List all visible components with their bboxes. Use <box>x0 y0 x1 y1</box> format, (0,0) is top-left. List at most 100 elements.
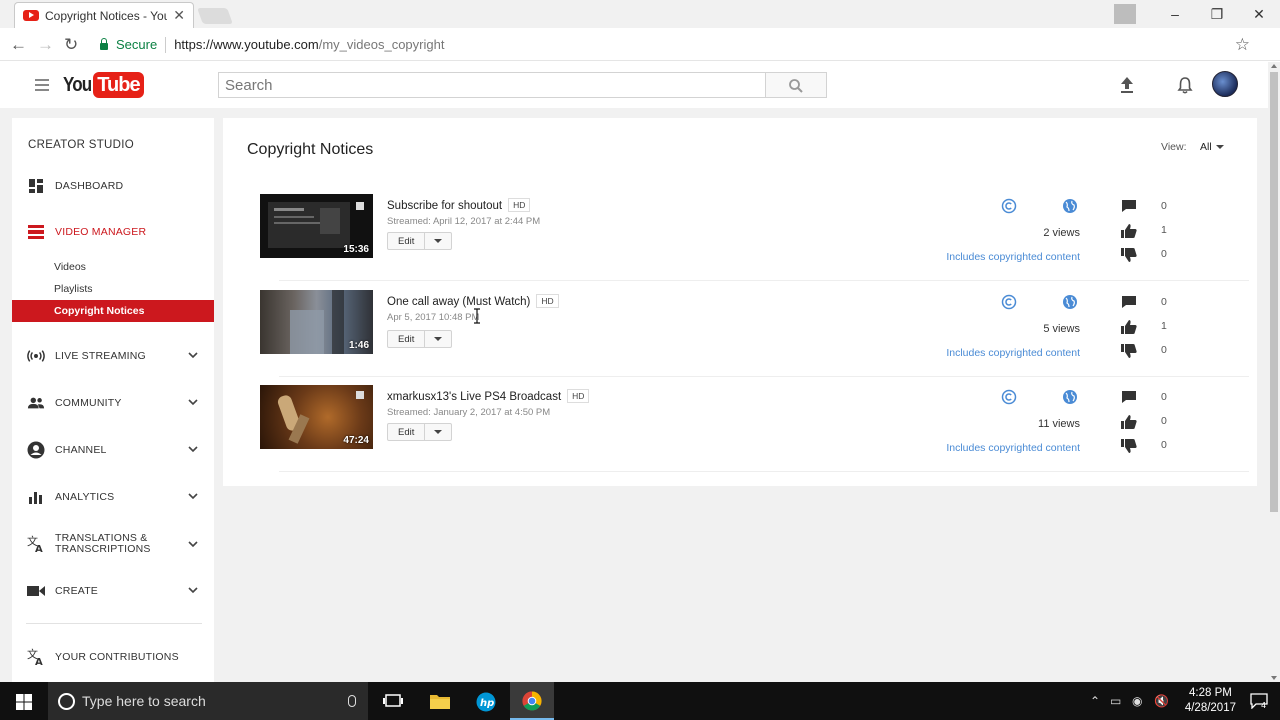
thumbs-up-icon <box>1121 224 1137 238</box>
sidebar-item-dashboard[interactable]: DASHBOARD <box>12 175 214 197</box>
sidebar-item-analytics[interactable]: ANALYTICS <box>12 486 214 508</box>
sidebar-item-translations[interactable]: 文A TRANSLATIONS & TRANSCRIPTIONS <box>12 528 214 560</box>
close-window-button[interactable]: ✕ <box>1238 6 1280 23</box>
copyright-content-link[interactable]: Includes copyrighted content <box>946 347 1080 359</box>
logo-you: You <box>63 73 92 96</box>
edit-button[interactable]: Edit <box>388 233 426 249</box>
copyright-content-link[interactable]: Includes copyrighted content <box>946 442 1080 454</box>
comment-count: 0 <box>1161 391 1167 403</box>
comment-icon <box>1122 391 1136 403</box>
video-title-link[interactable]: One call away (Must Watch) HD <box>387 294 559 308</box>
taskbar-search-placeholder: Type here to search <box>82 693 206 709</box>
sidebar-item-community[interactable]: COMMUNITY <box>12 392 214 414</box>
chevron-down-icon[interactable] <box>188 492 198 500</box>
chrome-icon <box>522 691 542 711</box>
chevron-down-icon[interactable] <box>188 445 198 453</box>
browser-tab[interactable]: Copyright Notices - YouT ✕ <box>14 2 194 28</box>
video-thumbnail[interactable]: 1:46 <box>260 290 373 354</box>
new-tab-button[interactable] <box>197 8 233 24</box>
scroll-up-arrow[interactable] <box>1271 64 1277 68</box>
video-duration: 1:46 <box>348 340 369 351</box>
like-stat: 0 <box>1121 414 1201 430</box>
battery-icon[interactable]: ▭ <box>1110 694 1121 708</box>
search-input[interactable]: Search <box>218 72 766 98</box>
maximize-button[interactable]: ❐ <box>1196 6 1238 23</box>
view-filter-dropdown[interactable]: All <box>1200 141 1224 153</box>
bookmark-star-icon[interactable]: ☆ <box>1235 35 1250 55</box>
address-bar[interactable]: Secure https://www.youtube.com/my_videos… <box>92 33 1250 56</box>
sidebar-item-live-streaming[interactable]: LIVE STREAMING <box>12 345 214 367</box>
taskbar-clock[interactable]: 4:28 PM 4/28/2017 <box>1185 686 1236 716</box>
chevron-down-icon[interactable] <box>188 586 198 594</box>
system-tray: ⌃ ▭ ◉ 🔇 4:28 PM 4/28/2017 4 <box>1080 682 1280 720</box>
browser-user-icon[interactable] <box>1114 4 1136 24</box>
hd-badge: HD <box>536 294 559 308</box>
video-title-link[interactable]: Subscribe for shoutout HD <box>387 198 531 212</box>
task-view-icon[interactable] <box>383 692 403 710</box>
copyright-icon[interactable] <box>1001 198 1017 214</box>
action-center-icon[interactable]: 4 <box>1250 693 1268 709</box>
video-title-link[interactable]: xmarkusx13's Live PS4 Broadcast HD <box>387 389 590 403</box>
file-explorer-icon[interactable] <box>430 692 450 710</box>
analytics-icon <box>29 492 42 504</box>
sidebar-item-create[interactable]: CREATE <box>12 580 214 602</box>
sidebar-item-label: VIDEO MANAGER <box>55 226 147 238</box>
guide-menu-icon[interactable] <box>35 79 49 94</box>
hp-app-icon[interactable]: hp <box>476 692 496 712</box>
page-scrollbar[interactable] <box>1268 62 1280 682</box>
sidebar-item-your-contributions[interactable]: 文A YOUR CONTRIBUTIONS <box>12 646 214 668</box>
video-thumbnail[interactable]: 47:24 <box>260 385 373 449</box>
dashboard-icon <box>29 179 43 193</box>
back-arrow-icon[interactable]: ← <box>10 35 27 55</box>
taskbar-search-box[interactable]: Type here to search <box>48 682 368 720</box>
sidebar-item-channel[interactable]: CHANNEL <box>12 439 214 461</box>
globe-public-icon[interactable] <box>1062 198 1078 214</box>
upload-icon[interactable] <box>1119 76 1135 94</box>
window-controls: – ❐ ✕ <box>1114 0 1280 28</box>
globe-public-icon[interactable] <box>1062 294 1078 310</box>
view-filter-label: View: <box>1161 141 1187 153</box>
edit-dropdown-button[interactable] <box>425 424 451 440</box>
wifi-icon[interactable]: ◉ <box>1132 694 1142 708</box>
microphone-icon[interactable] <box>348 695 356 707</box>
browser-tabstrip: Copyright Notices - YouT ✕ – ❐ ✕ <box>0 0 1280 28</box>
volume-muted-icon[interactable]: 🔇 <box>1154 694 1169 708</box>
chrome-taskbar-button[interactable] <box>510 682 554 720</box>
scrollbar-thumb[interactable] <box>1270 72 1278 512</box>
windows-start-icon[interactable] <box>16 694 32 710</box>
video-thumbnail[interactable]: 15:36 <box>260 194 373 258</box>
sidebar-item-video-manager[interactable]: VIDEO MANAGER <box>12 221 214 243</box>
edit-button[interactable]: Edit <box>388 331 426 347</box>
minimize-button[interactable]: – <box>1154 6 1196 22</box>
globe-public-icon[interactable] <box>1062 389 1078 405</box>
notification-count: 4 <box>1261 701 1266 709</box>
reload-icon[interactable]: ↻ <box>64 35 78 55</box>
sidebar-subitem-playlists[interactable]: Playlists <box>54 283 93 295</box>
video-row: 47:24 xmarkusx13's Live PS4 Broadcast HD … <box>259 376 1249 472</box>
copyright-content-link[interactable]: Includes copyrighted content <box>946 251 1080 263</box>
edit-button-group: Edit <box>387 330 453 348</box>
account-avatar[interactable] <box>1212 71 1238 97</box>
search-icon <box>789 79 803 93</box>
edit-dropdown-button[interactable] <box>425 233 451 249</box>
video-row: 1:46 One call away (Must Watch) HD Apr 5,… <box>259 281 1249 377</box>
copyright-icon[interactable] <box>1001 389 1017 405</box>
edit-dropdown-button[interactable] <box>425 331 451 347</box>
search-button[interactable] <box>765 72 827 98</box>
sidebar-subitem-copyright-notices[interactable]: Copyright Notices <box>12 300 214 322</box>
dislike-stat: 0 <box>1121 343 1201 359</box>
forward-arrow-icon[interactable]: → <box>37 35 54 55</box>
edit-button[interactable]: Edit <box>388 424 426 440</box>
chevron-down-icon[interactable] <box>188 398 198 406</box>
scroll-down-arrow[interactable] <box>1271 676 1277 680</box>
caret-down-icon <box>434 337 443 341</box>
copyright-icon[interactable] <box>1001 294 1017 310</box>
chevron-down-icon[interactable] <box>188 540 198 548</box>
notifications-bell-icon[interactable] <box>1176 76 1194 94</box>
youtube-logo[interactable]: You Tube <box>63 72 144 98</box>
tray-up-arrow-icon[interactable]: ⌃ <box>1090 694 1100 708</box>
tab-close-icon[interactable]: ✕ <box>173 7 185 24</box>
sidebar-item-label: ANALYTICS <box>55 491 115 503</box>
chevron-down-icon[interactable] <box>188 351 198 359</box>
sidebar-subitem-videos[interactable]: Videos <box>54 261 86 273</box>
